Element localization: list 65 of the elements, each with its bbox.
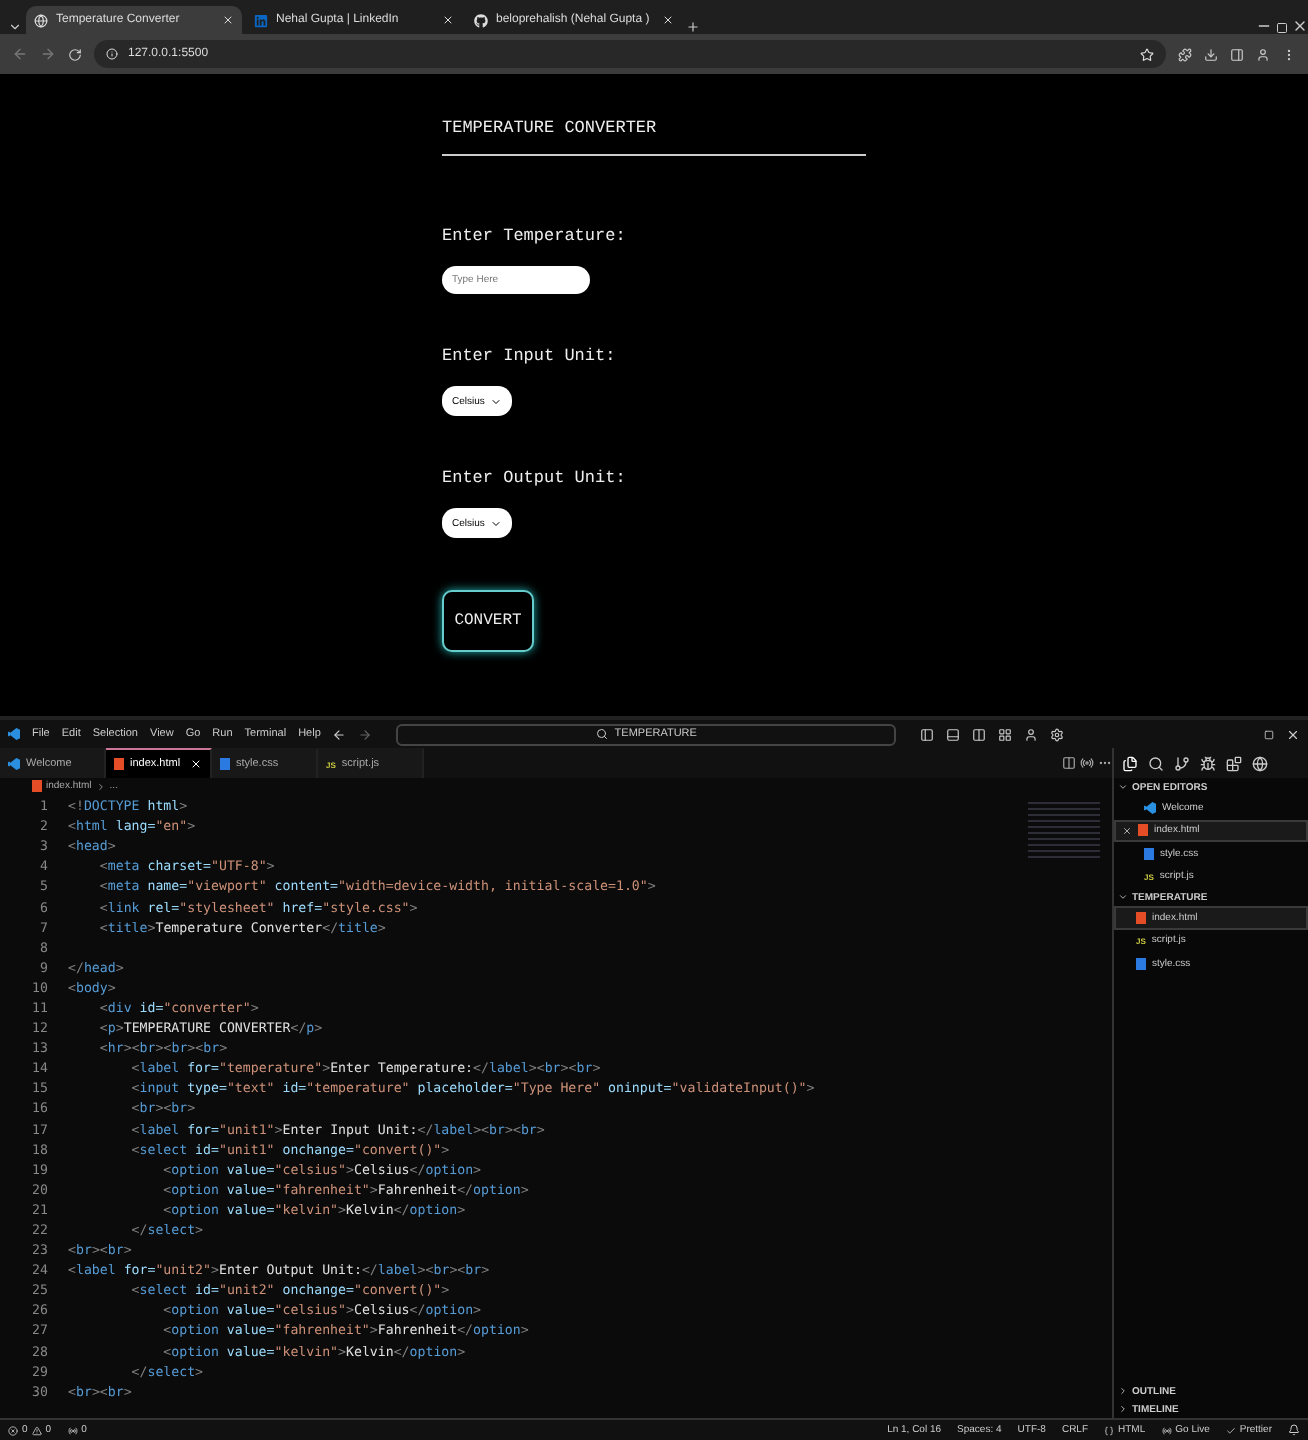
side-panel-icon[interactable] xyxy=(1230,47,1244,61)
css-file-icon xyxy=(1136,957,1146,970)
html-file-icon xyxy=(1138,824,1148,837)
explorer-icon[interactable] xyxy=(1122,755,1138,771)
more-icon[interactable] xyxy=(1098,756,1112,770)
warning-icon xyxy=(31,1425,42,1435)
profile-icon[interactable] xyxy=(1256,47,1270,61)
bookmark-star-icon[interactable] xyxy=(1140,47,1154,61)
broadcast-icon xyxy=(1161,1425,1172,1435)
forward-icon[interactable] xyxy=(358,727,373,741)
site-info-icon xyxy=(106,48,118,60)
debug-icon[interactable] xyxy=(1200,755,1216,771)
close-icon[interactable] xyxy=(222,14,234,26)
search-icon xyxy=(596,728,609,740)
output-unit-label: Enter Output Unit: xyxy=(442,468,626,488)
html-file-icon xyxy=(32,780,42,792)
close-icon[interactable] xyxy=(442,14,454,26)
chevron-down-icon xyxy=(1118,782,1128,792)
page-title: TEMPERATURE CONVERTER xyxy=(442,118,657,138)
search-icon[interactable] xyxy=(1148,755,1164,771)
new-tab-icon[interactable] xyxy=(686,20,700,34)
reload-icon[interactable] xyxy=(68,47,82,61)
chevron-down-icon xyxy=(490,517,503,529)
linkedin-logo-icon xyxy=(254,13,268,27)
braces-icon xyxy=(1104,1425,1115,1435)
close-icon[interactable] xyxy=(1292,18,1308,34)
notifications-icon[interactable] xyxy=(1288,1424,1300,1436)
extensions-icon[interactable] xyxy=(1226,755,1242,771)
maximize-icon[interactable] xyxy=(1264,729,1274,739)
chevron-down-icon xyxy=(490,395,503,407)
code-editor-logo-icon xyxy=(8,728,20,740)
broadcast-icon xyxy=(67,1425,78,1435)
account-icon[interactable] xyxy=(1024,727,1039,741)
settings-icon[interactable] xyxy=(1050,727,1065,741)
chevron-down-icon xyxy=(1118,892,1128,902)
code-editor-logo-icon xyxy=(8,758,20,770)
maximize-icon[interactable] xyxy=(1276,22,1288,34)
live-preview-icon[interactable] xyxy=(1080,756,1094,770)
close-icon[interactable] xyxy=(662,14,674,26)
layout-icon[interactable] xyxy=(972,727,987,741)
html-file-icon xyxy=(114,758,124,770)
split-editor-icon[interactable] xyxy=(1062,756,1076,770)
github-logo-icon xyxy=(474,13,488,27)
back-icon[interactable] xyxy=(332,727,347,741)
download-icon[interactable] xyxy=(1204,47,1218,61)
css-file-icon xyxy=(1144,847,1154,860)
checkmark-icon xyxy=(1225,1425,1236,1435)
chevron-right-icon xyxy=(95,781,106,791)
input-unit-label: Enter Input Unit: xyxy=(442,346,616,366)
menu-icon[interactable] xyxy=(1282,47,1296,61)
toggle-panel-icon[interactable] xyxy=(946,727,961,741)
remote-icon[interactable] xyxy=(1252,755,1268,771)
toggle-sidebar-icon[interactable] xyxy=(920,727,935,741)
convert-button[interactable]: CONVERT xyxy=(442,590,534,652)
extensions-icon[interactable] xyxy=(1178,47,1192,61)
html-file-icon xyxy=(1136,911,1146,924)
error-icon xyxy=(8,1425,18,1435)
source-control-icon[interactable] xyxy=(1174,755,1190,771)
close-icon[interactable] xyxy=(1286,727,1300,741)
tab-search-button[interactable] xyxy=(8,20,22,34)
globe-icon xyxy=(34,13,48,27)
temperature-label: Enter Temperature: xyxy=(442,226,626,246)
css-file-icon xyxy=(220,758,230,770)
code-editor-logo-icon xyxy=(1144,801,1156,814)
grid-icon[interactable] xyxy=(998,727,1013,741)
